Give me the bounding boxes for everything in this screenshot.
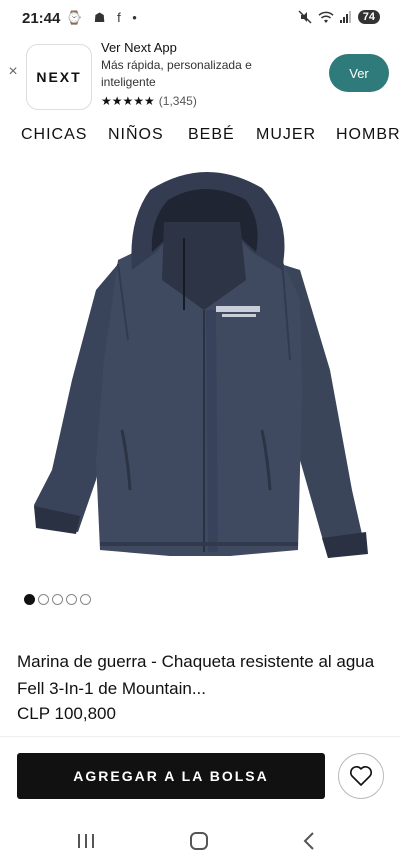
status-right-icons: 74 bbox=[298, 10, 380, 24]
status-time: 21:44 bbox=[22, 10, 61, 27]
carousel-dot-2[interactable] bbox=[38, 594, 49, 605]
carousel-dot-3[interactable] bbox=[52, 594, 63, 605]
category-ninos[interactable]: NIÑOS bbox=[108, 126, 164, 144]
home-icon[interactable] bbox=[189, 832, 209, 850]
category-chicas[interactable]: CHICAS bbox=[21, 126, 87, 144]
banner-subtitle: Más rápida, personalizada e inteligente bbox=[101, 58, 252, 89]
status-notification-icons: ⌚ ☗ f • bbox=[66, 10, 141, 25]
category-nav: CHICAS NIÑOS BEBÉ MUJER HOMBRE bbox=[0, 118, 400, 154]
jacket-image bbox=[34, 171, 368, 558]
rating-count: (1,345) bbox=[158, 94, 197, 108]
signal-icon bbox=[339, 11, 351, 23]
battery-icon: 74 bbox=[357, 10, 380, 24]
add-to-bag-button[interactable]: AGREGAR A LA BOLSA bbox=[17, 753, 325, 799]
purchase-bar: AGREGAR A LA BOLSA bbox=[0, 736, 400, 817]
product-title: Marina de guerra - Chaqueta resistente a… bbox=[17, 652, 375, 698]
mute-icon bbox=[298, 10, 312, 24]
favorite-button[interactable] bbox=[338, 753, 384, 799]
product-image[interactable] bbox=[0, 160, 400, 580]
category-bebe[interactable]: BEBÉ bbox=[188, 126, 235, 144]
carousel-dot-4[interactable] bbox=[66, 594, 77, 605]
status-bar: 21:44 ⌚ ☗ f • 74 bbox=[0, 0, 400, 40]
recent-apps-icon[interactable] bbox=[77, 833, 95, 849]
next-app-logo: NEXT bbox=[26, 44, 92, 110]
app-install-banner: × NEXT Ver Next App Más rápida, personal… bbox=[0, 40, 400, 118]
wifi-icon bbox=[318, 11, 334, 23]
view-app-button[interactable]: Ver bbox=[329, 54, 389, 92]
heart-icon bbox=[350, 766, 372, 786]
category-mujer[interactable]: MUJER bbox=[256, 126, 316, 144]
back-icon[interactable] bbox=[302, 832, 316, 850]
system-nav-bar bbox=[0, 816, 400, 866]
banner-title: Ver Next App bbox=[101, 40, 177, 55]
product-price: CLP 100,800 bbox=[17, 704, 116, 723]
category-hombre[interactable]: HOMBRE bbox=[336, 126, 400, 144]
banner-close-button[interactable]: × bbox=[6, 63, 20, 81]
banner-rating: ★★★★★ (1,345) bbox=[101, 94, 197, 108]
carousel-dot-5[interactable] bbox=[80, 594, 91, 605]
logo-text: NEXT bbox=[36, 69, 82, 85]
star-rating-icon: ★★★★★ bbox=[101, 94, 155, 108]
image-carousel-dots bbox=[24, 594, 91, 605]
carousel-dot-1[interactable] bbox=[24, 594, 35, 605]
